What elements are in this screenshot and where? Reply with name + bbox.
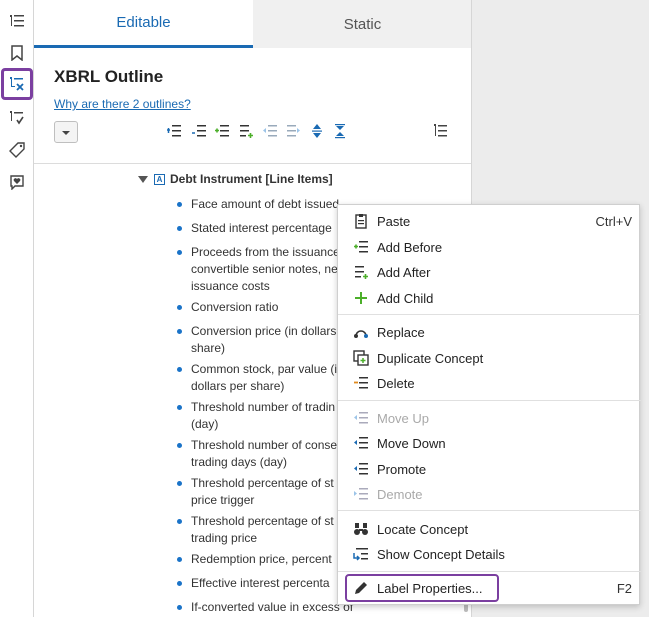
tag-icon[interactable] <box>4 137 30 163</box>
bullet-icon <box>177 202 182 207</box>
menu-item-add-before[interactable]: Add Before <box>338 235 641 259</box>
bullet-icon <box>177 557 182 562</box>
paste-before-icon[interactable] <box>166 123 182 139</box>
page-title: XBRL Outline <box>54 67 164 86</box>
move-down-icon <box>353 435 369 451</box>
add-after-icon[interactable] <box>238 123 254 139</box>
bullet-icon <box>177 329 182 334</box>
list-item[interactable]: Threshold number of tradin (day) <box>177 399 361 433</box>
add-after-icon <box>353 264 369 280</box>
add-before-icon <box>353 239 369 255</box>
list-item[interactable]: Conversion price (in dollars share) <box>177 323 361 357</box>
context-menu: Paste Ctrl+V Add Before Add After Add Ch… <box>337 204 641 605</box>
menu-item-paste[interactable]: Paste Ctrl+V <box>338 209 641 233</box>
label-properties-shortcut: F2 <box>616 581 632 596</box>
list-item[interactable]: Conversion ratio <box>177 299 361 316</box>
bullet-icon <box>177 305 182 310</box>
demote-icon <box>285 123 301 139</box>
why-two-outlines-link[interactable]: Why are there 2 outlines? <box>54 97 191 111</box>
collapse-icon[interactable] <box>332 123 348 139</box>
menu-item-move-down[interactable]: Move Down <box>338 431 641 455</box>
add-before-icon[interactable] <box>214 123 230 139</box>
pencil-icon <box>353 580 369 596</box>
bullet-icon <box>177 367 182 372</box>
list-item[interactable]: Threshold percentage of st trading price <box>177 513 361 547</box>
bullet-icon <box>177 481 182 486</box>
bullet-icon <box>177 405 182 410</box>
abstract-concept-icon: A <box>154 173 165 185</box>
bullet-icon <box>177 581 182 586</box>
bullet-icon <box>177 226 182 231</box>
demote-icon <box>353 486 369 502</box>
delete-icon <box>353 375 369 391</box>
binoculars-icon <box>353 521 369 537</box>
menu-item-duplicate-concept[interactable]: Duplicate Concept <box>338 346 641 370</box>
menu-item-move-up: Move Up <box>338 406 641 430</box>
list-item[interactable]: Stated interest percentage <box>177 220 361 237</box>
outline-dropdown[interactable] <box>54 121 78 143</box>
tab-editable[interactable]: Editable <box>34 0 253 48</box>
menu-item-add-after[interactable]: Add After <box>338 260 641 284</box>
show-details-icon <box>353 546 369 562</box>
menu-separator <box>338 400 641 401</box>
menu-separator <box>338 571 641 572</box>
menu-separator <box>338 314 641 315</box>
tree-root-node[interactable]: A Debt Instrument [Line Items] <box>138 172 333 186</box>
duplicate-icon <box>353 350 369 366</box>
tree-root-label: Debt Instrument [Line Items] <box>170 172 333 186</box>
bullet-icon <box>177 519 182 524</box>
bullet-icon <box>177 443 182 448</box>
paste-after-icon[interactable] <box>191 123 207 139</box>
menu-item-label-properties[interactable]: Label Properties... <box>345 574 499 602</box>
menu-item-locate-concept[interactable]: Locate Concept <box>338 517 641 541</box>
clipboard-icon <box>353 213 369 229</box>
list-item[interactable]: Threshold number of conse trading days (… <box>177 437 361 471</box>
list-item[interactable]: Face amount of debt issued <box>177 196 361 213</box>
outline-check-icon[interactable] <box>4 105 30 131</box>
divider <box>34 163 471 164</box>
menu-item-promote[interactable]: Promote <box>338 457 641 481</box>
menu-item-show-concept-details[interactable]: Show Concept Details <box>338 542 641 566</box>
menu-item-replace[interactable]: Replace <box>338 320 641 344</box>
caret-down-icon[interactable] <box>138 172 148 186</box>
move-up-icon <box>262 123 278 139</box>
move-up-icon <box>353 410 369 426</box>
tab-static[interactable]: Static <box>253 0 471 48</box>
outline-settings-icon[interactable] <box>433 123 449 139</box>
left-icon-rail <box>0 0 34 617</box>
outline-list-icon[interactable] <box>4 8 30 34</box>
menu-item-delete[interactable]: Delete <box>338 371 641 395</box>
list-item[interactable]: Threshold percentage of st price trigger <box>177 475 361 509</box>
outline-tabs: Editable Static <box>34 0 471 48</box>
list-item[interactable]: Common stock, par value (i dollars per s… <box>177 361 361 395</box>
replace-icon <box>353 324 369 340</box>
promote-icon <box>353 461 369 477</box>
caret-down-icon <box>61 123 71 141</box>
outline-x-icon[interactable] <box>1 68 33 100</box>
list-item[interactable]: Effective interest percenta <box>177 575 361 592</box>
menu-separator <box>338 510 641 511</box>
list-item[interactable]: Redemption price, percent <box>177 551 361 568</box>
menu-item-demote: Demote <box>338 482 641 506</box>
bullet-icon <box>177 605 182 610</box>
bookmark-icon[interactable] <box>4 40 30 66</box>
list-item[interactable]: Proceeds from the issuance convertible s… <box>177 244 361 295</box>
expand-icon[interactable] <box>309 123 325 139</box>
comment-heart-icon[interactable] <box>4 169 30 195</box>
menu-item-add-child[interactable]: Add Child <box>338 286 641 310</box>
plus-icon <box>353 290 369 306</box>
list-item[interactable]: If-converted value in excess of <box>177 599 361 616</box>
bullet-icon <box>177 250 182 255</box>
